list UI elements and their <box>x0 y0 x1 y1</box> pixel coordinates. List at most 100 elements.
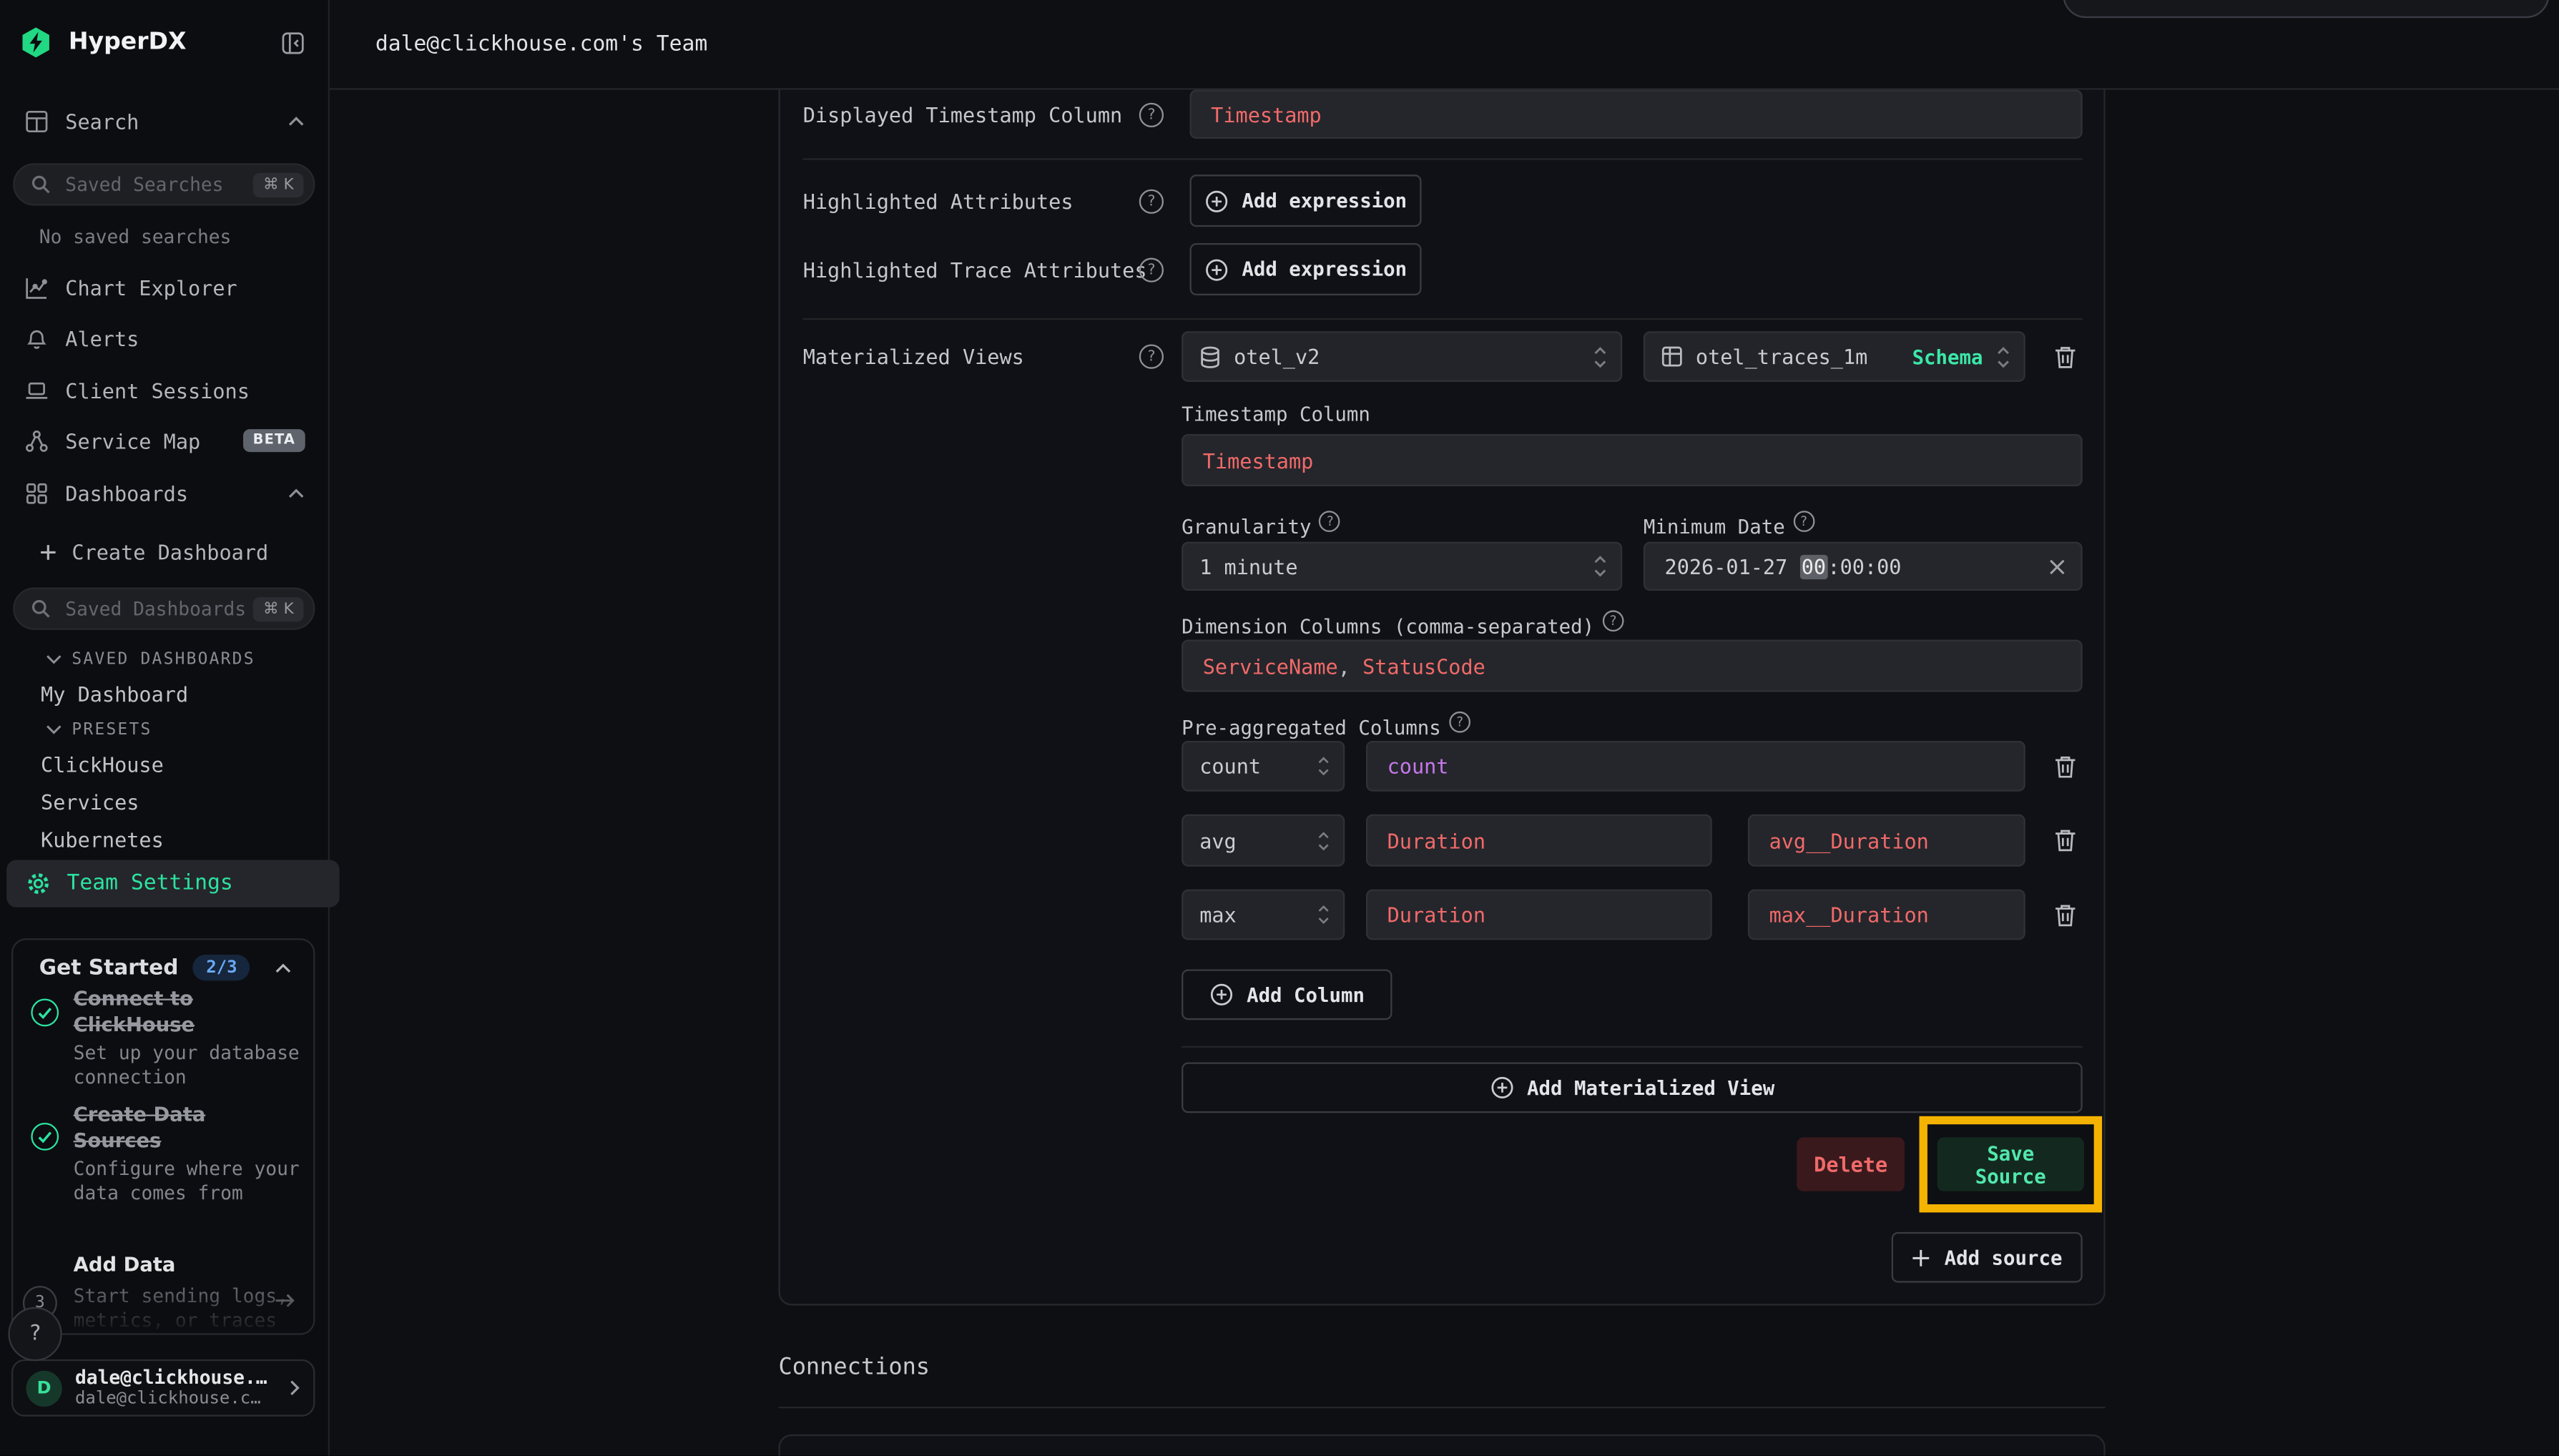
divider <box>803 158 2083 159</box>
add-column-button[interactable]: Add Column <box>1182 969 1392 1020</box>
shortcut-chip: ⌘ K <box>253 596 303 621</box>
chevron-up-icon[interactable] <box>274 963 292 974</box>
user-name: dale@clickhouse.… <box>75 1367 267 1389</box>
sidebar-item-label: Search <box>65 109 139 133</box>
trash-icon[interactable] <box>2051 752 2079 782</box>
sidebar-item-search[interactable]: Search <box>0 101 328 140</box>
aggregation-fn-select[interactable]: avg <box>1182 815 1345 867</box>
database-select[interactable]: otel_v2 <box>1182 331 1622 382</box>
service-map-icon <box>24 428 49 453</box>
step-desc: Set up your database connection <box>74 1041 305 1089</box>
aggregation-alias-input[interactable]: max__Duration <box>1748 890 2025 940</box>
sidebar-item-services[interactable]: Services <box>0 785 328 818</box>
sidebar-item-team-settings[interactable]: Team Settings <box>6 860 340 907</box>
sidebar-item-service-map[interactable]: Service Map BETA <box>0 421 328 461</box>
help-icon[interactable]: ? <box>1139 258 1164 282</box>
add-expression-button[interactable]: Add expression <box>1190 243 1422 295</box>
field-label: Highlighted Trace Attributes <box>803 243 1147 295</box>
saved-searches-input[interactable]: ⌘ K <box>13 163 315 205</box>
user-email: dale@clickhouse.c… <box>75 1389 267 1409</box>
chevron-updown-icon <box>1593 345 1608 368</box>
beta-badge: BETA <box>243 429 305 452</box>
logo-row: HyperDX <box>0 19 328 65</box>
chevron-updown-icon <box>1317 830 1330 851</box>
saved-searches-field[interactable] <box>62 172 254 198</box>
field-label: Displayed Timestamp Column <box>803 90 1123 139</box>
aggregation-expr-input[interactable]: count <box>1366 741 2025 792</box>
chevron-up-icon[interactable] <box>288 487 305 498</box>
table-select[interactable]: otel_traces_1m Schema <box>1644 331 2025 382</box>
saved-dashboards-input[interactable]: ⌘ K <box>13 587 315 629</box>
trash-icon[interactable] <box>2051 343 2079 372</box>
search-icon <box>31 174 50 194</box>
clear-icon[interactable] <box>2048 557 2066 575</box>
mv-timestamp-input[interactable]: Timestamp <box>1182 434 2083 486</box>
granularity-select[interactable]: 1 minute <box>1182 542 1622 591</box>
search-icon <box>31 599 50 618</box>
help-icon[interactable]: ? <box>1139 103 1164 127</box>
source-settings-panel: Displayed Timestamp Column ? Timestamp H… <box>778 90 2105 1306</box>
chevron-right-icon <box>289 1379 300 1397</box>
trash-icon[interactable] <box>2051 901 2079 930</box>
section-saved-dashboards[interactable]: SAVED DASHBOARDS <box>0 646 328 673</box>
help-icon[interactable]: ? <box>1139 344 1164 368</box>
get-started-title: Get Started <box>39 955 179 980</box>
divider <box>1182 1046 2083 1048</box>
search-section-icon <box>24 109 49 133</box>
trash-icon[interactable] <box>2051 826 2079 855</box>
sidebar-item-label: Chart Explorer <box>65 275 237 300</box>
app-title: HyperDX <box>69 29 187 56</box>
add-materialized-view-button[interactable]: Add Materialized View <box>1182 1063 2083 1113</box>
sidebar-collapse-icon[interactable] <box>280 30 305 54</box>
help-icon[interactable]: ? <box>1320 511 1341 532</box>
field-label: Dimension Columns (comma-separated) ? <box>1182 610 1624 641</box>
step-title: Create Data Sources <box>74 1103 229 1154</box>
dashboards-icon <box>24 481 49 505</box>
add-expression-button[interactable]: Add expression <box>1190 174 1422 227</box>
user-menu[interactable]: D dale@clickhouse.… dale@clickhouse.c… <box>11 1359 315 1417</box>
get-started-header[interactable]: Get Started 2/3 <box>39 955 250 981</box>
plus-circle-icon <box>1204 189 1229 213</box>
empty-state: No saved searches <box>0 224 328 250</box>
sidebar-item-client-sessions[interactable]: Client Sessions <box>0 370 328 410</box>
chevron-updown-icon <box>1593 555 1608 578</box>
help-icon[interactable]: ? <box>1793 511 1814 532</box>
field-label: Timestamp Column <box>1182 403 1370 426</box>
help-icon[interactable]: ? <box>1449 712 1470 733</box>
schema-link[interactable]: Schema <box>1912 345 1983 368</box>
divider <box>778 1407 2105 1408</box>
plus-icon <box>39 543 57 561</box>
sidebar-item-clickhouse[interactable]: ClickHouse <box>0 747 328 780</box>
add-source-button[interactable]: Add source <box>1892 1232 2083 1283</box>
field-label: Highlighted Attributes <box>803 174 1074 227</box>
sidebar-item-my-dashboard[interactable]: My Dashboard <box>0 677 328 710</box>
help-button[interactable]: ? <box>8 1307 62 1361</box>
aggregation-expr-input[interactable]: Duration <box>1366 815 1712 867</box>
dimension-columns-input[interactable]: ServiceName, StatusCode <box>1182 640 2083 692</box>
saved-dashboards-field[interactable] <box>62 596 254 622</box>
delete-button[interactable]: Delete <box>1797 1137 1905 1191</box>
connections-heading: Connections <box>778 1354 930 1381</box>
plus-circle-icon <box>1490 1076 1514 1100</box>
sidebar-item-kubernetes[interactable]: Kubernetes <box>0 822 328 855</box>
minimum-date-input[interactable]: 2026-01-27 00:00:00 <box>1644 542 2083 591</box>
aggregation-alias-input[interactable]: avg__Duration <box>1748 815 2025 867</box>
help-icon[interactable]: ? <box>1603 610 1624 631</box>
help-icon[interactable]: ? <box>1139 190 1164 214</box>
section-presets[interactable]: PRESETS <box>0 717 328 743</box>
chevron-up-icon[interactable] <box>288 115 305 127</box>
save-source-button[interactable]: Save Source <box>1937 1137 2084 1191</box>
sidebar-item-label: Service Map <box>65 428 200 453</box>
plus-icon <box>1912 1248 1931 1267</box>
sidebar-item-chart-explorer[interactable]: Chart Explorer <box>0 267 328 307</box>
aggregation-fn-select[interactable]: max <box>1182 890 1345 940</box>
plus-circle-icon <box>1209 983 1234 1007</box>
sidebar-item-dashboards[interactable]: Dashboards <box>0 473 328 513</box>
sidebar-item-alerts[interactable]: Alerts <box>0 318 328 358</box>
displayed-timestamp-input[interactable]: Timestamp <box>1190 90 2083 139</box>
aggregation-fn-select[interactable]: count <box>1182 741 1345 792</box>
page-title: dale@clickhouse.com's Team <box>375 33 707 57</box>
aggregation-expr-input[interactable]: Duration <box>1366 890 1712 940</box>
field-label: Materialized Views <box>803 331 1024 382</box>
create-dashboard-button[interactable]: Create Dashboard <box>0 533 328 569</box>
